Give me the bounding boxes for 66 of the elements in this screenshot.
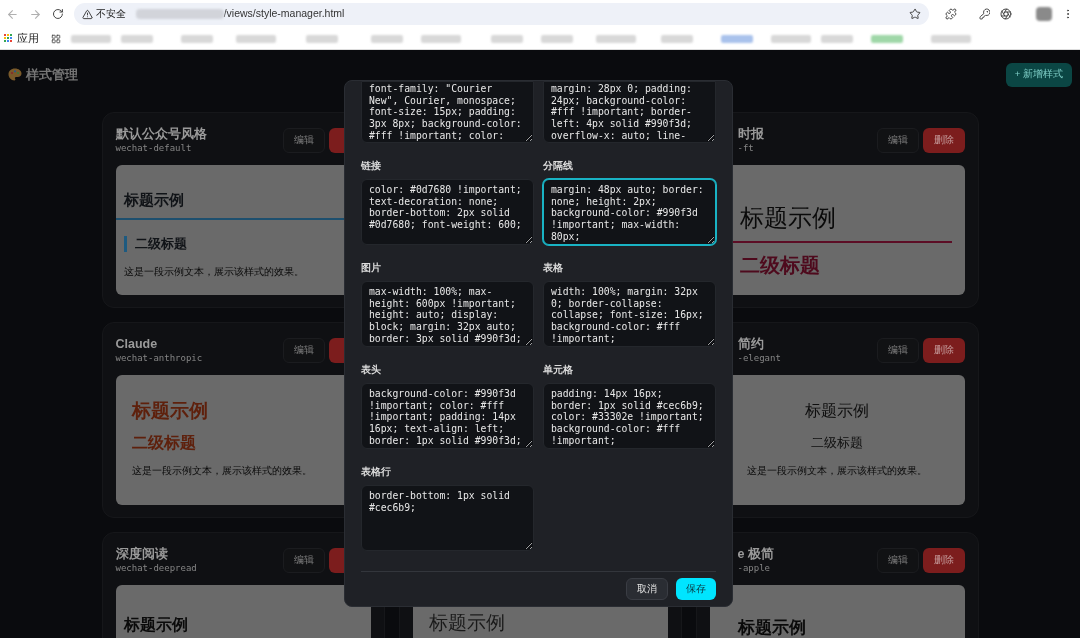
field-label: 图片 — [361, 262, 382, 274]
key-icon[interactable] — [978, 8, 991, 20]
preview-heading: 标题示例 — [737, 617, 806, 638]
style-name: Claude — [115, 336, 159, 352]
apps-icon[interactable] — [4, 34, 13, 43]
bookmark-star-icon[interactable] — [908, 8, 921, 20]
css-field[interactable]: color: #0d7680 !important; text-decoration: none; border-bottom: 2px solid #0d7680; font-weight: 600; — [361, 179, 534, 245]
style-name: 深度阅读 — [115, 546, 169, 562]
bookmark-label[interactable]: 应用 — [17, 30, 39, 47]
css-field[interactable]: margin: 48px auto; border: none; height: 2px; background-color: #990f3d !important; max-width: 80px; — [543, 179, 716, 245]
style-slug: wechat-anthropic — [115, 352, 203, 365]
style-name: 时报 — [737, 126, 764, 142]
preview-heading: 标题示例 — [123, 190, 184, 210]
field-label: 表格 — [543, 262, 564, 274]
style-slug: -apple — [737, 562, 771, 575]
style-slug: wechat-deepread — [115, 562, 197, 575]
reload-icon[interactable] — [51, 8, 64, 20]
save-button[interactable]: 保存 — [676, 578, 716, 600]
preview-subheading: 二级标题 — [739, 253, 820, 278]
url-path: /views/style-manager.html — [223, 6, 345, 22]
grid-icon[interactable] — [51, 33, 61, 44]
page-title: 样式管理 — [26, 65, 78, 84]
profile-avatar-icon[interactable] — [1036, 7, 1053, 21]
css-field[interactable]: font-family: "Courier New", Courier, monospace; font-size: 15px; padding: 3px 8px; background-color: #fff !important; color: — [361, 81, 534, 143]
field-label: 表格行 — [361, 466, 392, 478]
edit-button[interactable]: 编辑 — [876, 548, 919, 573]
cancel-button[interactable]: 取消 — [626, 578, 668, 600]
field-label: 单元格 — [543, 364, 574, 376]
preview-heading: 标题示例 — [131, 399, 208, 423]
add-style-button[interactable]: + 新增样式 — [1005, 62, 1072, 87]
style-name: 默认公众号风格 — [115, 126, 207, 142]
css-field[interactable]: width: 100%; margin: 32px 0; border-collapse: collapse; font-size: 16px; background-color: #fff !important; — [543, 281, 716, 347]
address-bar[interactable]: 不安全 /views/style-manager.html — [73, 3, 929, 25]
edit-button[interactable]: 编辑 — [876, 338, 919, 363]
palette-icon — [8, 68, 22, 81]
preview-heading: 标题示例 — [739, 204, 836, 233]
extensions-icon[interactable] — [944, 8, 957, 20]
security-label: 不安全 — [95, 6, 126, 21]
field-label: 表头 — [361, 364, 382, 376]
style-name: 简约 — [737, 336, 765, 352]
edit-button[interactable]: 编辑 — [282, 128, 325, 153]
lens-icon[interactable] — [1000, 8, 1013, 20]
preview-heading: 标题示例 — [428, 611, 505, 635]
style-slug: -ft — [737, 142, 755, 155]
css-field[interactable]: background-color: #990f3d !important; color: #fff !important; padding: 14px 16px; text-align: left; border: 1px solid #990f3d; — [361, 383, 534, 449]
warning-icon — [81, 8, 93, 20]
delete-button[interactable]: 删除 — [922, 338, 965, 363]
preview-subheading: 二级标题 — [811, 435, 863, 452]
delete-button[interactable]: 删除 — [922, 548, 965, 573]
edit-button[interactable]: 编辑 — [876, 128, 919, 153]
style-slug: wechat-default — [115, 142, 193, 155]
style-name: e 极简 — [737, 546, 774, 562]
preview-heading: 标题示例 — [123, 615, 188, 635]
css-field[interactable]: padding: 14px 16px; border: 1px solid #cec6b9; color: #33302e !important; background-color: #fff !important; — [543, 383, 716, 449]
field-label: 分隔线 — [543, 160, 574, 172]
css-field[interactable]: max-width: 100%; max-height: 600px !important; height: auto; display: block; margin: 32px auto; border: 3px solid #990f3d; — [361, 281, 534, 347]
delete-button[interactable]: 删除 — [922, 128, 965, 153]
edit-button[interactable]: 编辑 — [282, 338, 325, 363]
edit-button[interactable]: 编辑 — [282, 548, 325, 573]
css-field[interactable]: margin: 28px 0; padding: 24px; background-color: #fff !important; border-left: 4px solid #990f3d; overflow-x: auto; line- — [543, 81, 716, 143]
preview-heading: 标题示例 — [805, 401, 869, 421]
css-field[interactable]: border-bottom: 1px solid #cec6b9; — [361, 485, 534, 551]
preview-subheading: 二级标题 — [131, 432, 196, 453]
preview-subheading: 二级标题 — [123, 235, 187, 252]
style-slug: -elegant — [737, 352, 781, 365]
field-label: 链接 — [361, 160, 382, 172]
